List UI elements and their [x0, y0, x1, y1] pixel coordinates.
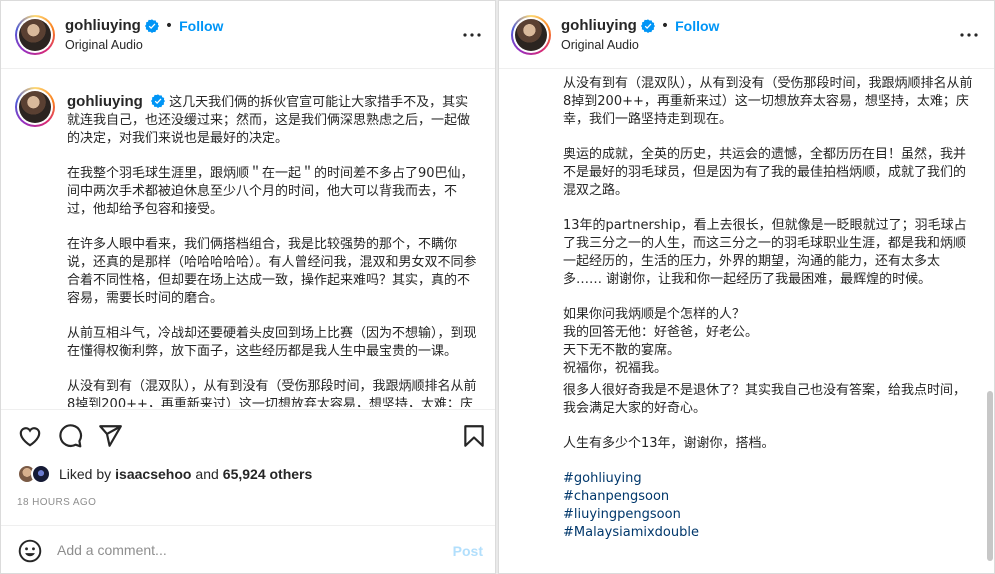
caption-scrollbar[interactable] — [987, 71, 993, 571]
post-timestamp[interactable]: 18 HOURS AGO — [17, 497, 96, 508]
liker-avatars[interactable] — [17, 464, 51, 484]
caption-scroll-area[interactable]: gohliuying 这几天我们俩的拆伙官宣可能让大家措手不及，其实就连我自己，… — [1, 85, 495, 407]
like-heart-icon[interactable] — [17, 423, 43, 449]
verified-badge-icon — [150, 94, 165, 108]
more-options-icon[interactable] — [957, 23, 981, 47]
hashtag-link[interactable]: #gohliuying — [563, 470, 975, 488]
likes-count[interactable]: 65,924 others — [223, 466, 313, 482]
hashtag-link[interactable]: #liuyingpengsoon — [563, 506, 975, 524]
caption-line: 祝福你，祝福我。 — [563, 361, 668, 376]
comment-bar: Post — [1, 525, 495, 573]
separator-dot: • — [660, 17, 670, 34]
caption-paragraph: 在许多人眼中看来，我们俩搭档组合，我是比较强势的那个，不瞒你说，还真的是那样（哈… — [67, 237, 477, 306]
caption-username[interactable]: gohliuying — [67, 93, 143, 110]
separator-dot: • — [164, 17, 174, 34]
scrollbar-thumb[interactable] — [987, 391, 993, 561]
post-comment-button[interactable]: Post — [453, 543, 483, 559]
audio-label[interactable]: Original Audio — [561, 38, 639, 52]
username-link[interactable]: gohliuying — [65, 17, 141, 34]
follow-button[interactable]: Follow — [675, 18, 719, 34]
verified-badge-icon — [640, 18, 655, 33]
caption-paragraph: 从前互相斗气，冷战却还要硬着头皮回到场上比赛（因为不想输），到现在懂得权衡利弊，… — [67, 326, 477, 359]
caption-qa-block: 如果你问我炳顺是个怎样的人？ 我的回答无他：好爸爸，好老公。 天下无不散的宴席。… — [563, 306, 975, 378]
save-bookmark-icon[interactable] — [461, 423, 487, 449]
hashtag-link[interactable]: #chanpengsoon — [563, 488, 975, 506]
caption-body: gohliuying 这几天我们俩的拆伙官宣可能让大家措手不及，其实就连我自己，… — [67, 93, 477, 407]
username-link[interactable]: gohliuying — [561, 17, 637, 34]
hashtag-list: #gohliuying #chanpengsoon #liuyingpengso… — [563, 470, 975, 542]
likes-and: and — [195, 466, 219, 482]
post-header: gohliuying • Follow Original Audio — [1, 1, 495, 69]
emoji-icon[interactable] — [17, 538, 43, 564]
caption-line: 如果你问我炳顺是个怎样的人？ — [563, 307, 746, 322]
avatar[interactable] — [15, 15, 55, 55]
post-panel-right: gohliuying • Follow Original Audio 从没有到有… — [498, 0, 995, 574]
caption-paragraph: 人生有多少个13年，谢谢你，搭档。 — [563, 436, 775, 451]
caption-paragraph: 奥运的成就，全英的历史，共运会的遗憾，全都历历在目！虽然，我并不是最好的羽毛球员… — [563, 147, 967, 198]
caption-avatar[interactable] — [15, 87, 55, 127]
hashtag-link[interactable]: #Malaysiamixdouble — [563, 524, 975, 542]
avatar[interactable] — [511, 15, 551, 55]
likes-summary: Liked by isaacsehoo and 65,924 others — [17, 464, 312, 484]
post-panel-left: gohliuying • Follow Original Audio gohli… — [0, 0, 496, 574]
share-send-icon[interactable] — [97, 423, 123, 449]
caption-paragraph: 在我整个羽毛球生涯里，跟炳顺＂在一起＂的时间差不多占了90巴仙，间中两次手术都被… — [67, 166, 474, 217]
verified-badge-icon — [144, 18, 159, 33]
caption-line: 天下无不散的宴席。 — [563, 343, 681, 358]
liker-username[interactable]: isaacsehoo — [115, 466, 191, 482]
caption-paragraph: 从没有到有（混双队），从有到没有（受伤那段时间，我跟炳顺排名从前8掉到200++… — [563, 76, 973, 127]
caption-body: 从没有到有（混双队），从有到没有（受伤那段时间，我跟炳顺排名从前8掉到200++… — [563, 75, 975, 542]
header-user-row: gohliuying • Follow — [65, 17, 223, 34]
audio-label[interactable]: Original Audio — [65, 38, 143, 52]
caption-scroll-area[interactable]: 从没有到有（混双队），从有到没有（受伤那段时间，我跟炳顺排名从前8掉到200++… — [499, 71, 994, 573]
comment-input[interactable] — [57, 539, 427, 561]
follow-button[interactable]: Follow — [179, 18, 223, 34]
post-header: gohliuying • Follow Original Audio — [499, 1, 994, 69]
more-options-icon[interactable] — [460, 23, 484, 47]
caption-paragraph: 从没有到有（混双队），从有到没有（受伤那段时间，我跟炳顺排名从前8掉到200++… — [67, 379, 477, 407]
caption-paragraph: 很多人很好奇我是不是退休了？其实我自己也没有答案，给我点时间，我会满足大家的好奇… — [563, 383, 967, 416]
comment-icon[interactable] — [57, 423, 83, 449]
likes-prefix: Liked by — [59, 466, 112, 482]
liker-avatar[interactable] — [31, 464, 51, 484]
header-user-row: gohliuying • Follow — [561, 17, 719, 34]
caption-line: 我的回答无他：好爸爸，好老公。 — [563, 325, 759, 340]
caption-paragraph: 13年的partnership，看上去很长，但就像是一眨眼就过了；羽毛球占了我三… — [563, 218, 967, 287]
